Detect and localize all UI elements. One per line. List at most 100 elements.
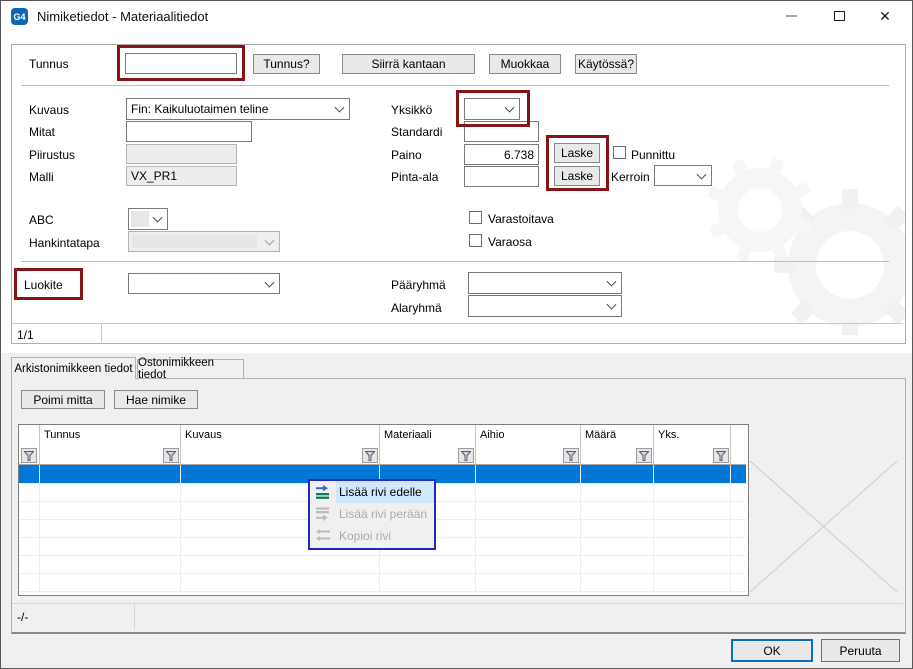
close-icon: ✕ bbox=[879, 8, 891, 25]
filter-button-tunnus[interactable] bbox=[163, 448, 179, 463]
insert-row-after-icon bbox=[310, 507, 336, 521]
separator bbox=[21, 85, 889, 86]
paino-input[interactable]: 6.738 bbox=[464, 144, 539, 165]
alaryhma-combobox[interactable] bbox=[468, 295, 622, 317]
hae-nimike-button[interactable]: Hae nimike bbox=[114, 390, 198, 409]
copy-row-icon bbox=[310, 529, 336, 543]
luokite-combobox[interactable] bbox=[128, 273, 280, 294]
column-header-yks[interactable]: Yks. bbox=[658, 429, 679, 441]
filter-button-maara[interactable] bbox=[636, 448, 652, 463]
malli-input: VX_PR1 bbox=[126, 166, 237, 186]
column-divider bbox=[475, 425, 476, 464]
piirustus-label: Piirustus bbox=[29, 148, 75, 162]
laske-paino-button[interactable]: Laske bbox=[554, 143, 600, 163]
column-header-tunnus[interactable]: Tunnus bbox=[44, 429, 80, 441]
filter-button-kuvaus[interactable] bbox=[362, 448, 378, 463]
muokkaa-button[interactable]: Muokkaa bbox=[489, 54, 561, 74]
dialog-window: G4 Nimiketiedot - Materiaalitiedot ✕ bbox=[0, 0, 913, 669]
abc-label: ABC bbox=[29, 213, 54, 227]
window-title: Nimiketiedot - Materiaalitiedot bbox=[37, 9, 208, 24]
separator bbox=[21, 261, 889, 262]
paino-label: Paino bbox=[391, 148, 422, 162]
menu-item-label: Kopioi rivi bbox=[336, 525, 434, 547]
varaosa-checkbox[interactable] bbox=[469, 234, 482, 247]
poimi-mitta-button[interactable]: Poimi mitta bbox=[21, 390, 105, 409]
filter-button-aihio[interactable] bbox=[563, 448, 579, 463]
filter-button-selector[interactable] bbox=[21, 448, 37, 463]
maximize-button[interactable] bbox=[823, 5, 855, 27]
laske-pinta-ala-button[interactable]: Laske bbox=[554, 166, 600, 186]
title-bar: G4 Nimiketiedot - Materiaalitiedot ✕ bbox=[1, 1, 912, 33]
gear-watermark bbox=[690, 115, 905, 335]
tab-arkistonimikkeen-tiedot[interactable]: Arkistonimikkeen tiedot bbox=[11, 357, 136, 379]
row-divider bbox=[19, 591, 746, 592]
status-separator bbox=[12, 603, 903, 604]
column-divider bbox=[730, 425, 731, 464]
kuvaus-label: Kuvaus bbox=[29, 103, 69, 117]
yksikko-label: Yksikkö bbox=[391, 103, 432, 117]
filter-funnel-icon bbox=[639, 451, 649, 461]
standardi-input[interactable] bbox=[464, 121, 539, 142]
tunnus-label: Tunnus bbox=[29, 57, 69, 71]
punnittu-label: Punnittu bbox=[631, 148, 675, 162]
tunnus-query-button[interactable]: Tunnus? bbox=[253, 54, 320, 74]
column-header-kuvaus[interactable]: Kuvaus bbox=[185, 429, 222, 441]
column-header-maara[interactable]: Määrä bbox=[585, 429, 616, 441]
row-divider bbox=[19, 555, 746, 556]
pinta-ala-input[interactable] bbox=[464, 166, 539, 187]
ok-button[interactable]: OK bbox=[731, 639, 813, 662]
menu-item-lisaa-rivi-edelle[interactable]: Lisää rivi edelle bbox=[310, 481, 434, 503]
chevron-down-icon bbox=[153, 213, 163, 223]
filter-funnel-icon bbox=[461, 451, 471, 461]
abc-combobox[interactable] bbox=[128, 208, 168, 230]
filter-funnel-icon bbox=[365, 451, 375, 461]
chevron-down-icon bbox=[265, 277, 275, 287]
filter-funnel-icon bbox=[166, 451, 176, 461]
chevron-down-icon bbox=[697, 169, 707, 179]
tab-label: Arkistonimikkeen tiedot bbox=[14, 363, 132, 375]
column-header-materiaali[interactable]: Materiaali bbox=[384, 429, 432, 441]
column-divider bbox=[39, 425, 40, 464]
filter-funnel-icon bbox=[24, 451, 34, 461]
yksikko-value bbox=[469, 99, 501, 119]
kuvaus-value: Fin: Kaikuluotaimen teline bbox=[131, 99, 331, 119]
chevron-down-icon bbox=[607, 300, 617, 310]
kerroin-label: Kerroin bbox=[611, 170, 650, 184]
luokite-label: Luokite bbox=[24, 278, 63, 292]
punnittu-checkbox[interactable] bbox=[613, 146, 626, 159]
close-button[interactable]: ✕ bbox=[869, 5, 901, 27]
tunnus-input[interactable] bbox=[125, 53, 237, 74]
piirustus-input bbox=[126, 144, 237, 164]
varastoitava-label: Varastoitava bbox=[488, 212, 554, 226]
varastoitava-checkbox[interactable] bbox=[469, 211, 482, 224]
status-divider bbox=[134, 603, 135, 629]
row-divider bbox=[19, 573, 746, 574]
menu-item-label: Lisää rivi edelle bbox=[336, 481, 434, 503]
chevron-down-icon bbox=[265, 235, 275, 245]
kerroin-combobox[interactable] bbox=[654, 165, 712, 186]
filter-funnel-icon bbox=[566, 451, 576, 461]
siirra-kantaan-button[interactable]: Siirrä kantaan bbox=[342, 54, 475, 74]
kuvaus-combobox[interactable]: Fin: Kaikuluotaimen teline bbox=[126, 98, 350, 120]
alaryhma-label: Alaryhmä bbox=[391, 301, 442, 315]
minimize-icon bbox=[786, 15, 797, 17]
kaytossa-button[interactable]: Käytössä? bbox=[575, 54, 637, 74]
pinta-ala-label: Pinta-ala bbox=[391, 170, 438, 184]
yksikko-combobox[interactable] bbox=[464, 98, 520, 120]
app-icon: G4 bbox=[11, 8, 28, 25]
column-divider bbox=[379, 425, 380, 464]
varaosa-label: Varaosa bbox=[488, 235, 532, 249]
hankintatapa-combobox bbox=[128, 231, 280, 252]
column-divider bbox=[180, 425, 181, 464]
row-counter: -/- bbox=[17, 610, 28, 624]
tab-ostonimikkeen-tiedot[interactable]: Ostonimikkeen tiedot bbox=[137, 359, 244, 378]
chevron-down-icon bbox=[505, 103, 515, 113]
menu-item-label: Lisää rivi perään bbox=[336, 503, 434, 525]
mitat-input[interactable] bbox=[126, 121, 252, 142]
column-header-aihio[interactable]: Aihio bbox=[480, 429, 504, 441]
filter-button-yks[interactable] bbox=[713, 448, 729, 463]
paaryhma-combobox[interactable] bbox=[468, 272, 622, 294]
mitat-label: Mitat bbox=[29, 125, 55, 139]
filter-button-materiaali[interactable] bbox=[458, 448, 474, 463]
cancel-button[interactable]: Peruuta bbox=[821, 639, 900, 662]
